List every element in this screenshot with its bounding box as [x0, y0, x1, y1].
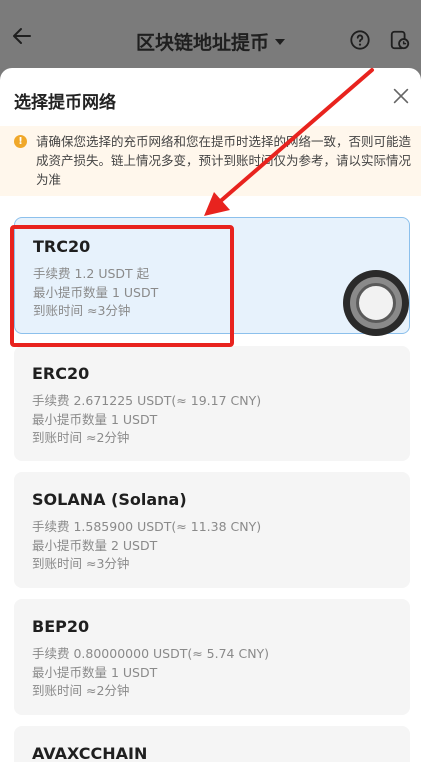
network-name: ERC20 [32, 364, 90, 383]
warning-icon: ! [14, 135, 27, 148]
chevron-down-icon [275, 38, 285, 45]
network-option-solana[interactable]: SOLANA (Solana) 手续费 1.585900 USDT(≈ 11.3… [14, 472, 410, 588]
floating-button-core [356, 283, 396, 323]
network-fee: 手续费 0.80000000 USDT(≈ 5.74 CNY) [32, 646, 270, 661]
help-icon[interactable] [349, 29, 371, 51]
network-fee: 手续费 1.585900 USDT(≈ 11.38 CNY) [32, 519, 262, 534]
network-fee: 手续费 2.671225 USDT(≈ 19.17 CNY) [32, 393, 262, 408]
warning-text: 请确保您选择的充币网络和您在提币时选择的网络一致，否则可能造成资产损失。链上情况… [36, 134, 412, 187]
network-min-amount: 最小提币数量 2 USDT [32, 538, 158, 553]
close-icon[interactable] [390, 85, 412, 107]
network-option-avaxcchain[interactable]: AVAXCCHAIN [14, 726, 410, 762]
network-arrival-time: 到账时间 ≈3分钟 [32, 556, 130, 571]
network-arrival-time: 到账时间 ≈2分钟 [32, 683, 130, 698]
network-min-amount: 最小提币数量 1 USDT [32, 412, 158, 427]
sheet-title: 选择提币网络 [14, 93, 116, 113]
top-bar: 区块链地址提币 [0, 0, 421, 68]
annotation-highlight-box [10, 225, 234, 347]
warning-notice: ! 请确保您选择的充币网络和您在提币时选择的网络一致，否则可能造成资产损失。链上… [0, 126, 421, 196]
floating-assist-button[interactable] [343, 270, 409, 336]
network-min-amount: 最小提币数量 1 USDT [32, 665, 158, 680]
network-name: SOLANA (Solana) [32, 490, 187, 509]
network-arrival-time: 到账时间 ≈2分钟 [32, 430, 130, 445]
network-option-bep20[interactable]: BEP20 手续费 0.80000000 USDT(≈ 5.74 CNY) 最小… [14, 599, 410, 715]
history-record-icon[interactable] [389, 29, 411, 51]
network-name: AVAXCCHAIN [32, 744, 148, 762]
network-option-erc20[interactable]: ERC20 手续费 2.671225 USDT(≈ 19.17 CNY) 最小提… [14, 346, 410, 461]
network-name: BEP20 [32, 617, 90, 636]
page-title: 区块链地址提币 [135, 32, 269, 54]
network-select-sheet: 选择提币网络 ! 请确保您选择的充币网络和您在提币时选择的网络一致，否则可能造成… [0, 68, 421, 762]
